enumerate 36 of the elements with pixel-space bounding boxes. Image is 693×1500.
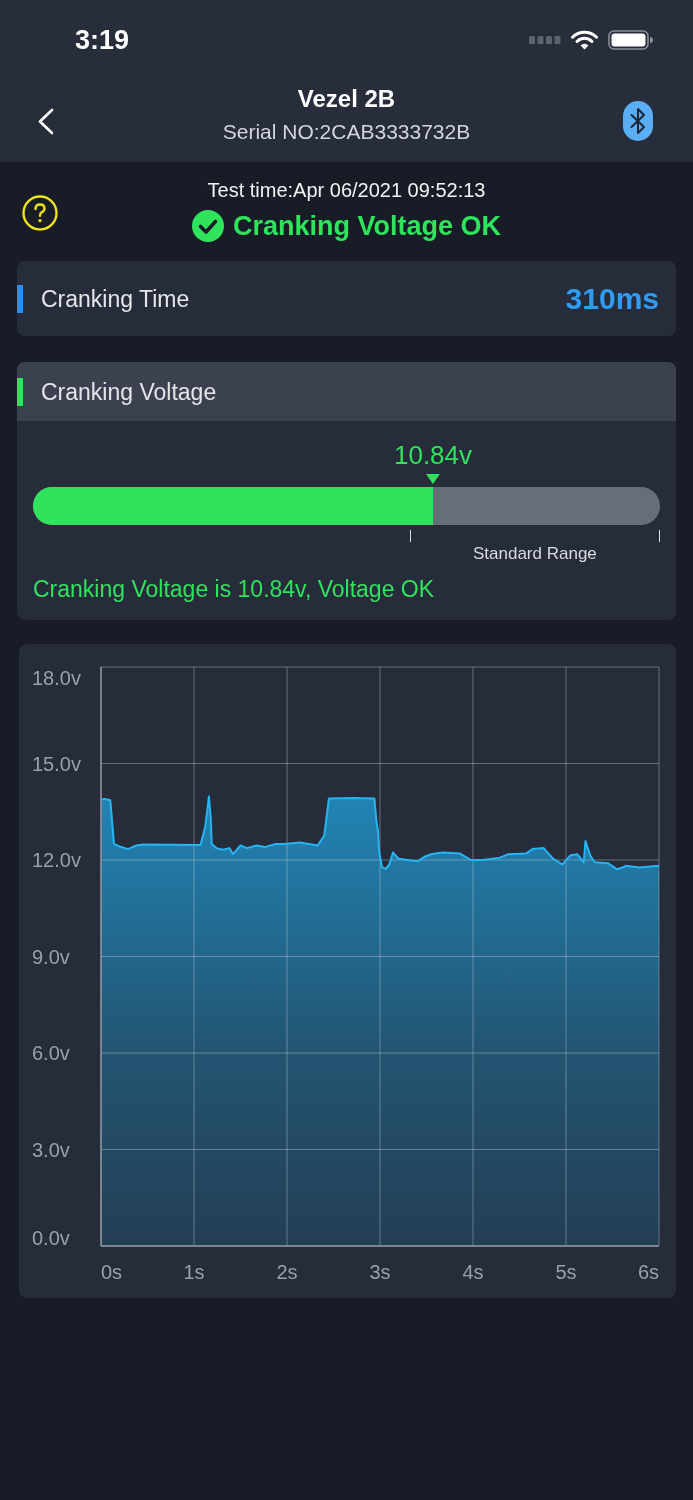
x-axis-label: 0s	[101, 1261, 123, 1283]
x-axis-label: 2s	[276, 1261, 298, 1283]
chevron-left-icon[interactable]	[37, 107, 54, 135]
x-axis-label: 5s	[555, 1261, 577, 1283]
range-tick	[658, 530, 660, 542]
help-icon[interactable]	[22, 194, 58, 231]
test-time: Test time:Apr 06/2021 09:52:13	[207, 177, 486, 202]
y-axis-label: 6.0v	[32, 1042, 70, 1064]
y-axis-label: 12.0v	[32, 849, 81, 871]
y-axis-label: 9.0v	[32, 945, 70, 968]
x-axis-label: 6s	[637, 1261, 659, 1283]
serial-number: Serial NO:2CAB3333732B	[222, 119, 471, 145]
x-axis-label: 3s	[369, 1261, 391, 1283]
y-axis-label: 15.0v	[32, 752, 81, 775]
device-title: Vezel 2B	[297, 85, 396, 113]
status-time: 3:19	[75, 24, 130, 56]
check-circle-icon	[191, 209, 224, 242]
x-axis-label: 4s	[462, 1261, 484, 1283]
accent-bar	[17, 284, 23, 313]
wifi-icon	[571, 30, 598, 50]
result-status: Cranking Voltage OK	[232, 209, 501, 242]
cranking-voltage-label: Cranking Voltage	[41, 377, 218, 406]
accent-bar	[17, 377, 23, 406]
cranking-time-label: Cranking Time	[41, 284, 191, 313]
bluetooth-icon[interactable]	[623, 101, 653, 141]
battery-icon	[608, 30, 653, 50]
x-axis-label: 1s	[183, 1261, 205, 1283]
y-axis-label: 18.0v	[32, 667, 81, 689]
y-axis-label: 0.0v	[32, 1227, 70, 1249]
voltage-reading: 10.84v	[394, 440, 473, 470]
cranking-time-value: 310ms	[565, 280, 659, 317]
range-tick	[409, 530, 412, 542]
voltage-message: Cranking Voltage is 10.84v, Voltage OK	[33, 575, 436, 603]
y-axis-label: 3.0v	[32, 1138, 70, 1161]
standard-range-label: Standard Range	[473, 543, 597, 565]
cellular-signal-icon	[529, 36, 561, 44]
